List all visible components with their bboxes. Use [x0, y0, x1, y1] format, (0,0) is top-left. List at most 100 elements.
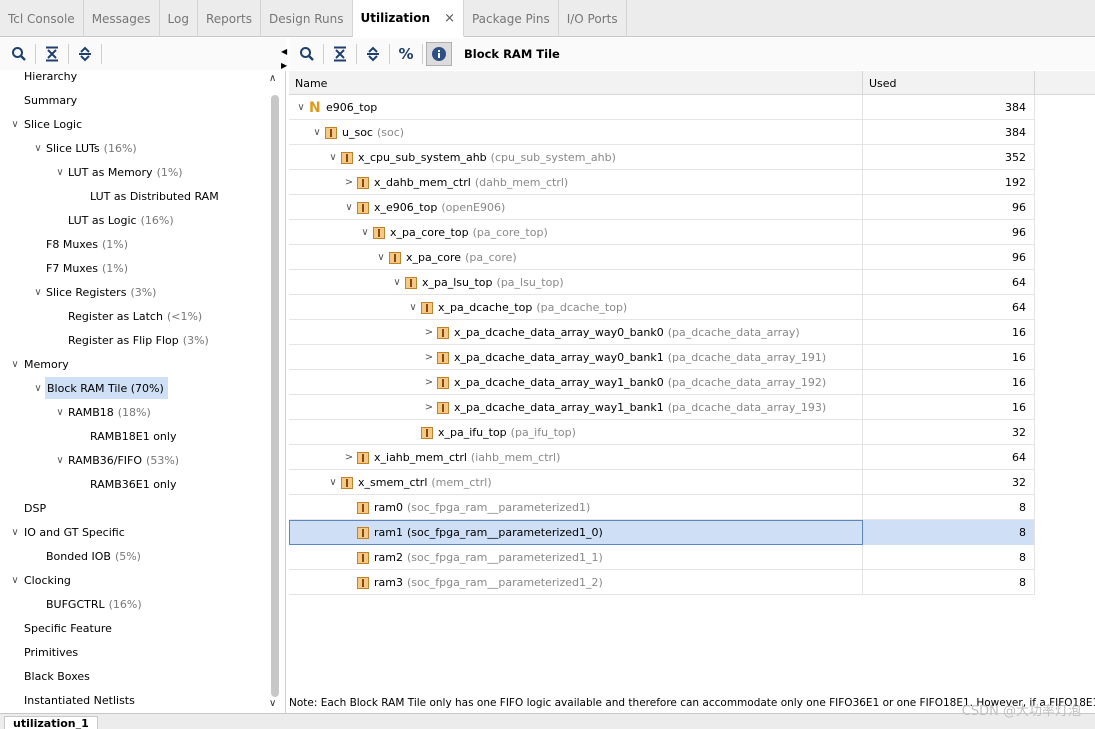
- tree-item-ramb36e1[interactable]: RAMB36E1 only: [90, 474, 176, 494]
- chevron-down-icon[interactable]: ∨: [31, 287, 45, 298]
- table-row[interactable]: x_pa_ifu_top (pa_ifu_top) 32: [289, 420, 1035, 445]
- tab-utilization[interactable]: Utilization ×: [352, 0, 464, 37]
- tree-item-bufgctrl[interactable]: BUFGCTRL (16%): [46, 594, 142, 614]
- tree-item-ramb18[interactable]: ∨ RAMB18 (18%): [53, 402, 150, 422]
- tree-item-block-ram-tile[interactable]: ∨ Block RAM Tile (70%): [31, 377, 168, 399]
- chevron-right-icon[interactable]: >: [421, 377, 437, 388]
- table-row[interactable]: > x_pa_dcache_data_array_way1_bank0 (pa_dc…: [289, 370, 1035, 395]
- tree-item-lut-as-logic[interactable]: LUT as Logic (16%): [68, 210, 174, 230]
- chevron-right-icon[interactable]: >: [421, 402, 437, 413]
- collapse-all-icon[interactable]: [39, 42, 65, 66]
- tree-item-memory[interactable]: ∨ Memory: [8, 354, 68, 374]
- tree-item-dsp[interactable]: DSP: [24, 498, 46, 518]
- table-row[interactable]: > x_dahb_mem_ctrl (dahb_mem_ctrl) 192: [289, 170, 1035, 195]
- tree-item-ramb18e1[interactable]: RAMB18E1 only: [90, 426, 176, 446]
- table-row[interactable]: ∨ x_pa_core (pa_core) 96: [289, 245, 1035, 270]
- table-row[interactable]: ∨ x_pa_core_top (pa_core_top) 96: [289, 220, 1035, 245]
- tab-messages[interactable]: Messages: [84, 0, 160, 37]
- tree-item-slice-registers[interactable]: ∨ Slice Registers (3%): [31, 282, 156, 302]
- chevron-down-icon[interactable]: ∨: [325, 152, 341, 163]
- column-header-name[interactable]: Name: [289, 71, 863, 95]
- tab-log[interactable]: Log: [160, 0, 198, 37]
- chevron-down-icon[interactable]: ∨: [389, 277, 405, 288]
- chevron-right-icon[interactable]: >: [341, 177, 357, 188]
- table-row-selected[interactable]: ram1 (soc_fpga_ram__parameterized1_0) 8: [289, 520, 1035, 545]
- table-row[interactable]: > x_pa_dcache_data_array_way1_bank1 (pa_dc…: [289, 395, 1035, 420]
- tree-item-f8-muxes[interactable]: F8 Muxes (1%): [46, 234, 128, 254]
- tab-tcl-console[interactable]: Tcl Console: [0, 0, 84, 37]
- collapse-all-icon[interactable]: [327, 42, 353, 66]
- scroll-down-icon[interactable]: ∨: [269, 698, 276, 709]
- tree-item-slice-luts[interactable]: ∨ Slice LUTs (16%): [31, 138, 136, 158]
- tree-item-instantiated-netlists[interactable]: Instantiated Netlists: [24, 690, 135, 710]
- chevron-down-icon[interactable]: ∨: [53, 407, 67, 418]
- chevron-down-icon[interactable]: ∨: [341, 202, 357, 213]
- tree-item-primitives[interactable]: Primitives: [24, 642, 78, 662]
- table-row[interactable]: ∨ Ne906_top 384: [289, 95, 1035, 120]
- table-row[interactable]: ram3 (soc_fpga_ram__parameterized1_2) 8: [289, 570, 1035, 595]
- expand-all-icon[interactable]: [72, 42, 98, 66]
- chevron-down-icon[interactable]: ∨: [53, 167, 67, 178]
- tab-utilization-report[interactable]: utilization_1: [4, 716, 98, 729]
- tree-item-register-latch[interactable]: Register as Latch (<1%): [68, 306, 202, 326]
- row-used: 96: [863, 245, 1035, 270]
- chevron-right-icon[interactable]: >: [421, 327, 437, 338]
- chevron-down-icon[interactable]: ∨: [293, 102, 309, 113]
- chevron-down-icon[interactable]: ∨: [31, 383, 45, 394]
- table-row[interactable]: ∨ u_soc (soc) 384: [289, 120, 1035, 145]
- tree-item-slice-logic[interactable]: ∨ Slice Logic: [8, 114, 82, 134]
- chevron-down-icon[interactable]: ∨: [31, 143, 45, 154]
- tree-item-register-flipflop[interactable]: Register as Flip Flop (3%): [68, 330, 209, 350]
- table-row[interactable]: ram2 (soc_fpga_ram__parameterized1_1) 8: [289, 545, 1035, 570]
- chevron-down-icon[interactable]: ∨: [309, 127, 325, 138]
- row-type: (pa_ifu_top): [510, 426, 576, 439]
- tree-item-bonded-iob[interactable]: Bonded IOB (5%): [46, 546, 141, 566]
- info-icon[interactable]: [426, 42, 452, 66]
- tab-design-runs[interactable]: Design Runs: [261, 0, 353, 37]
- table-row[interactable]: ∨ x_pa_dcache_top (pa_dcache_top) 64: [289, 295, 1035, 320]
- chevron-down-icon[interactable]: ∨: [325, 477, 341, 488]
- tab-package-pins[interactable]: Package Pins: [464, 0, 559, 37]
- search-icon[interactable]: [6, 42, 32, 66]
- percent-icon[interactable]: %: [393, 42, 419, 66]
- chevron-down-icon[interactable]: ∨: [8, 527, 22, 538]
- tree-item-ramb36-fifo[interactable]: ∨ RAMB36/FIFO (53%): [53, 450, 179, 470]
- chevron-down-icon[interactable]: ∨: [53, 455, 67, 466]
- chevron-down-icon[interactable]: ∨: [357, 227, 373, 238]
- column-header-used[interactable]: Used: [863, 71, 1035, 95]
- table-row[interactable]: > x_pa_dcache_data_array_way0_bank0 (pa_dc…: [289, 320, 1035, 345]
- expand-all-icon[interactable]: [360, 42, 386, 66]
- chevron-down-icon[interactable]: ∨: [8, 575, 22, 586]
- row-type: (iahb_mem_ctrl): [470, 451, 561, 464]
- chevron-down-icon[interactable]: ∨: [373, 252, 389, 263]
- tree-item-hierarchy[interactable]: Hierarchy: [24, 71, 77, 86]
- chevron-right-icon[interactable]: >: [341, 452, 357, 463]
- tree-item-black-boxes[interactable]: Black Boxes: [24, 666, 90, 686]
- table-row[interactable]: ∨ x_pa_lsu_top (pa_lsu_top) 64: [289, 270, 1035, 295]
- tree-item-lut-as-memory[interactable]: ∨ LUT as Memory (1%): [53, 162, 182, 182]
- tree-item-io-gt[interactable]: ∨ IO and GT Specific: [8, 522, 124, 542]
- chevron-down-icon[interactable]: ∨: [8, 359, 22, 370]
- scrollbar-thumb[interactable]: [271, 95, 279, 697]
- tree-item-specific-feature[interactable]: Specific Feature: [24, 618, 112, 638]
- table-row[interactable]: ∨ x_e906_top (openE906) 96: [289, 195, 1035, 220]
- chevron-right-icon[interactable]: >: [421, 352, 437, 363]
- chevron-down-icon[interactable]: ∨: [8, 119, 22, 130]
- tree-item-clocking[interactable]: ∨ Clocking: [8, 570, 71, 590]
- table-row[interactable]: ∨ x_smem_ctrl (mem_ctrl) 32: [289, 470, 1035, 495]
- tree-item-f7-muxes[interactable]: F7 Muxes (1%): [46, 258, 128, 278]
- search-icon[interactable]: [294, 42, 320, 66]
- table-row[interactable]: ram0 (soc_fpga_ram__parameterized1) 8: [289, 495, 1035, 520]
- toolbar-divider: [389, 44, 390, 64]
- row-type: (soc): [376, 126, 405, 139]
- table-row[interactable]: > x_iahb_mem_ctrl (iahb_mem_ctrl) 64: [289, 445, 1035, 470]
- table-row[interactable]: ∨ x_cpu_sub_system_ahb (cpu_sub_system_ahb…: [289, 145, 1035, 170]
- scroll-up-icon[interactable]: ∧: [269, 73, 276, 84]
- tree-item-summary[interactable]: Summary: [24, 90, 77, 110]
- tree-item-lut-distributed-ram[interactable]: LUT as Distributed RAM: [90, 186, 219, 206]
- table-row[interactable]: > x_pa_dcache_data_array_way0_bank1 (pa_dc…: [289, 345, 1035, 370]
- close-icon[interactable]: ×: [444, 11, 455, 26]
- tab-reports[interactable]: Reports: [198, 0, 262, 37]
- tab-io-ports[interactable]: I/O Ports: [559, 0, 627, 37]
- chevron-down-icon[interactable]: ∨: [405, 302, 421, 313]
